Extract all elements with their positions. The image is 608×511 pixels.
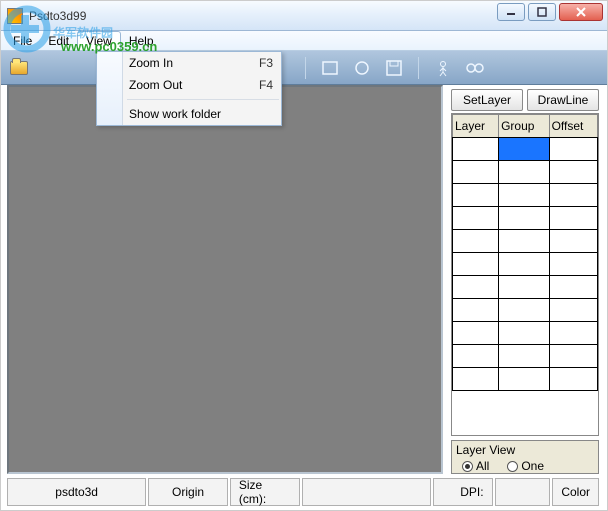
tab-setlayer[interactable]: SetLayer [451, 89, 523, 111]
menu-edit[interactable]: Edit [40, 31, 77, 50]
layer-view-group: Layer View All One [451, 440, 599, 474]
toolbar-separator [305, 57, 306, 79]
menu-separator [127, 99, 279, 100]
menu-file[interactable]: File [5, 31, 40, 50]
layer-view-title: Layer View [456, 443, 594, 457]
tool-save-icon[interactable] [384, 58, 404, 78]
canvas[interactable] [7, 85, 443, 474]
col-group[interactable]: Group [499, 115, 549, 138]
status-size-label: Size (cm): [230, 478, 300, 506]
window-controls [497, 3, 603, 21]
client-area: SetLayer DrawLine Layer Group Offset [7, 85, 601, 474]
status-origin: Origin [148, 478, 228, 506]
table-row[interactable] [453, 207, 598, 230]
statusbar: psdto3d Origin Size (cm): DPI: Color [7, 478, 601, 506]
status-size-value [302, 478, 431, 506]
menu-show-work-folder[interactable]: Show work folder [97, 103, 281, 125]
maximize-button[interactable] [528, 3, 556, 21]
radio-one-label: One [521, 459, 544, 473]
view-dropdown: Zoom In F3 Zoom Out F4 Show work folder [96, 51, 282, 126]
layer-table[interactable]: Layer Group Offset [451, 113, 599, 436]
status-app: psdto3d [7, 478, 146, 506]
menu-zoom-in-label: Zoom In [129, 56, 173, 70]
table-row[interactable] [453, 253, 598, 276]
status-dpi-label: DPI: [433, 478, 493, 506]
toolbar [1, 51, 607, 85]
table-row[interactable] [453, 299, 598, 322]
col-offset[interactable]: Offset [549, 115, 597, 138]
tool-person-icon[interactable] [433, 58, 453, 78]
table-row[interactable] [453, 345, 598, 368]
menu-zoom-out-shortcut: F4 [259, 78, 273, 92]
toolbar-separator [418, 57, 419, 79]
tool-rect-icon[interactable] [320, 58, 340, 78]
panel-tabs: SetLayer DrawLine [449, 85, 601, 113]
open-folder-button[interactable] [9, 58, 29, 78]
app-icon [7, 8, 23, 24]
menu-view[interactable]: View [77, 31, 121, 50]
radio-all[interactable]: All [462, 459, 489, 473]
table-row[interactable] [453, 161, 598, 184]
window-title: Psdto3d99 [29, 9, 86, 23]
table-row[interactable] [453, 230, 598, 253]
close-button[interactable] [559, 3, 603, 21]
col-layer[interactable]: Layer [453, 115, 499, 138]
radio-all-label: All [476, 459, 489, 473]
status-dpi-value [495, 478, 551, 506]
radio-one[interactable]: One [507, 459, 544, 473]
table-row[interactable] [453, 184, 598, 207]
tool-circle-icon[interactable] [352, 58, 372, 78]
selected-cell[interactable] [499, 138, 549, 161]
status-color-label: Color [552, 478, 599, 506]
menu-zoom-out-label: Zoom Out [129, 78, 182, 92]
menu-show-work-folder-label: Show work folder [129, 107, 221, 121]
menu-zoom-in[interactable]: Zoom In F3 [97, 52, 281, 74]
table-row[interactable] [453, 322, 598, 345]
menubar: File Edit View Help [1, 31, 607, 51]
table-row[interactable] [453, 276, 598, 299]
table-row[interactable] [453, 138, 598, 161]
titlebar: Psdto3d99 [1, 1, 607, 31]
tab-drawline[interactable]: DrawLine [527, 89, 599, 111]
menu-help[interactable]: Help [121, 31, 162, 50]
table-row[interactable] [453, 368, 598, 391]
menu-zoom-in-shortcut: F3 [259, 56, 273, 70]
menu-zoom-out[interactable]: Zoom Out F4 [97, 74, 281, 96]
radio-icon [462, 461, 473, 472]
radio-icon [507, 461, 518, 472]
right-panel: SetLayer DrawLine Layer Group Offset [449, 85, 601, 474]
tool-link-icon[interactable] [465, 58, 485, 78]
minimize-button[interactable] [497, 3, 525, 21]
